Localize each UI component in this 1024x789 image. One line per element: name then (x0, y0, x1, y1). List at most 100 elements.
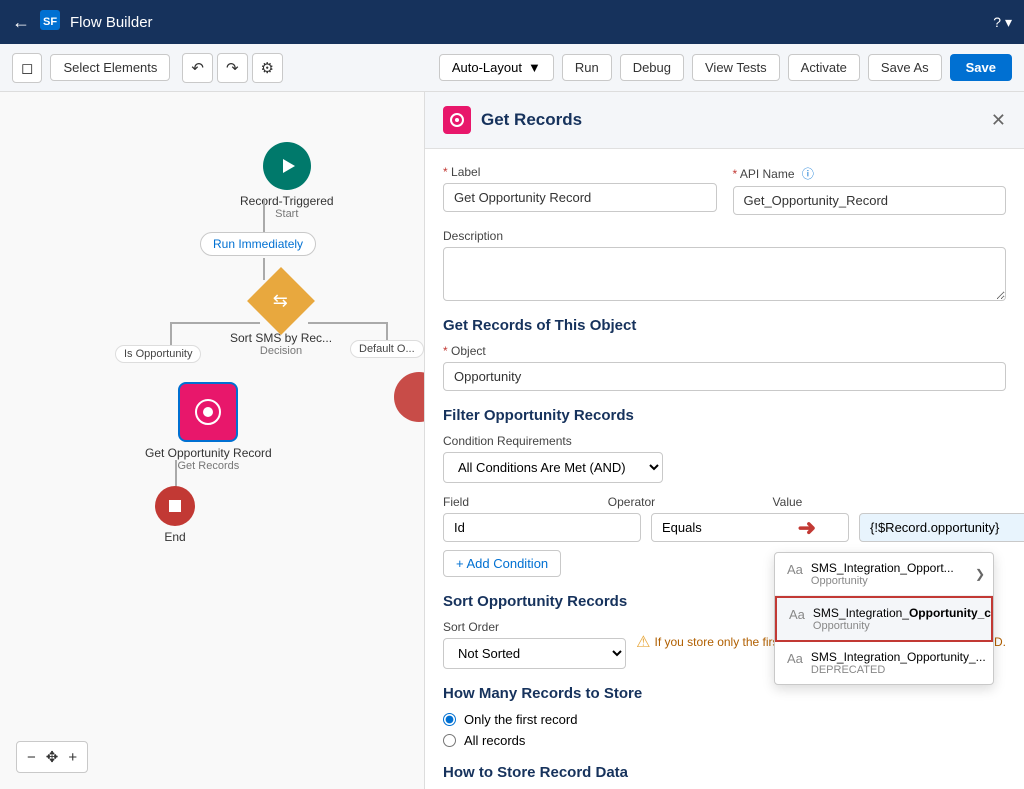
select-elements-button[interactable]: Select Elements (50, 54, 170, 81)
debug-button[interactable]: Debug (620, 54, 684, 81)
panel-title: Get Records (481, 110, 981, 130)
sort-sms-sublabel: Decision (260, 345, 302, 357)
dropdown-item-sub-2: Opportunity (813, 620, 991, 632)
sort-order-group: Sort Order Not Sorted (443, 620, 626, 669)
activate-button[interactable]: Activate (788, 54, 860, 81)
decision-diamond: ⇆ (247, 267, 315, 335)
main-area: Record-Triggered Start Run Immediately ⇆… (0, 92, 1024, 789)
chevron-down-icon: ▼ (528, 60, 541, 75)
label-field-label: * Label (443, 165, 717, 179)
run-button[interactable]: Run (562, 54, 612, 81)
zoom-out-button[interactable]: − (25, 746, 38, 768)
canvas[interactable]: Record-Triggered Start Run Immediately ⇆… (0, 92, 424, 789)
radio-all-records[interactable]: All records (443, 733, 1006, 748)
branch-left (170, 322, 260, 324)
help-button[interactable]: ? ▾ (993, 14, 1012, 31)
undo-button[interactable]: ↶ (182, 53, 213, 83)
condition-headers: Field Operator Value (443, 495, 1006, 509)
record-triggered-node[interactable]: Record-Triggered Start (240, 142, 334, 220)
expand-button[interactable]: ◻ (12, 53, 42, 83)
get-records-icon (178, 382, 238, 442)
filter-section-title: Filter Opportunity Records (443, 407, 1006, 424)
run-immediately-node[interactable]: Run Immediately (200, 232, 316, 256)
dropdown-item-name-3: SMS_Integration_Opportunity_... (811, 650, 986, 664)
sort-sms-node[interactable]: ⇆ Sort SMS by Rec... Decision (230, 277, 332, 357)
sort-order-label: Sort Order (443, 620, 626, 634)
warning-icon: ⚠ (636, 632, 650, 652)
fit-view-button[interactable]: ✥ (44, 746, 61, 768)
sort-order-select[interactable]: Not Sorted (443, 638, 626, 669)
object-label: * Object (443, 344, 1006, 358)
back-button[interactable]: ← (12, 12, 30, 33)
dropdown-item-1[interactable]: Aa SMS_Integration_Opport... Opportunity… (775, 553, 993, 596)
start-node-label: Record-Triggered (240, 194, 334, 208)
start-node-sublabel: Start (275, 208, 298, 220)
object-section-title: Get Records of This Object (443, 317, 1006, 334)
dropdown-icon-2: Aa (789, 607, 805, 622)
panel-body: * Label * API Name ⓘ Description G (425, 149, 1024, 789)
connector-to-end (175, 460, 177, 488)
store-data-section-title: How to Store Record Data (443, 764, 1006, 781)
toolbar: ◻ Select Elements ↶ ↷ ⚙ Auto-Layout ▼ Ru… (0, 44, 1024, 92)
dropdown-item-2[interactable]: Aa SMS_Integration_Opportunity_c Opportu… (775, 596, 993, 642)
red-arrow: ➜ (798, 515, 816, 541)
condition-req-group: Condition Requirements All Conditions Ar… (443, 434, 1006, 483)
close-button[interactable]: ✕ (991, 110, 1006, 131)
dropdown-icon-3: Aa (787, 651, 803, 666)
panel-icon (443, 106, 471, 134)
operator-input[interactable] (651, 513, 849, 542)
save-button[interactable]: Save (950, 54, 1012, 81)
dropdown-item-text-3: SMS_Integration_Opportunity_... DEPRECAT… (811, 650, 986, 676)
history-controls: ↶ ↷ ⚙ (182, 53, 283, 83)
how-many-section-title: How Many Records to Store (443, 685, 1006, 702)
default-text: Default O... (359, 343, 415, 355)
default-label: Default O... (350, 340, 424, 358)
branch-right (308, 322, 388, 324)
app-title: Flow Builder (70, 14, 153, 31)
redo-button[interactable]: ↷ (217, 53, 248, 83)
save-as-button[interactable]: Save As (868, 54, 942, 81)
dropdown-item-name-2: SMS_Integration_Opportunity_c (813, 606, 991, 620)
top-nav: ← SF Flow Builder ? ▾ (0, 0, 1024, 44)
dropdown-item-3[interactable]: Aa SMS_Integration_Opportunity_... DEPRE… (775, 642, 993, 684)
side-panel: Get Records ✕ * Label * API Name ⓘ (424, 92, 1024, 789)
connector-1 (263, 200, 265, 232)
view-tests-button[interactable]: View Tests (692, 54, 780, 81)
field-input[interactable] (443, 513, 641, 542)
field-header: Field (443, 495, 598, 509)
api-name-input[interactable] (733, 186, 1007, 215)
end-node[interactable]: End (155, 486, 195, 544)
description-label: Description (443, 229, 1006, 243)
dropdown-popup: Aa SMS_Integration_Opport... Opportunity… (774, 552, 994, 685)
zoom-controls: − ✥ + (16, 741, 88, 773)
dropdown-item-text-1: SMS_Integration_Opport... Opportunity (811, 561, 954, 587)
condition-row-1: 🗑 ➜ (443, 513, 1006, 542)
condition-req-select[interactable]: All Conditions Are Met (AND) (443, 452, 663, 483)
zoom-in-button[interactable]: + (66, 746, 79, 768)
panel-header: Get Records ✕ (425, 92, 1024, 149)
value-input[interactable] (859, 513, 1024, 542)
add-condition-button[interactable]: + Add Condition (443, 550, 561, 577)
object-group: * Object (443, 344, 1006, 391)
object-input[interactable] (443, 362, 1006, 391)
label-group: * Label (443, 165, 717, 215)
get-opportunity-node[interactable]: Get Opportunity Record Get Records (145, 382, 272, 472)
is-opportunity-label: Is Opportunity (115, 345, 201, 363)
partial-node (394, 372, 424, 422)
start-node-circle (263, 142, 311, 190)
radio-first-record[interactable]: Only the first record (443, 712, 1006, 727)
description-input[interactable] (443, 247, 1006, 301)
api-name-group: * API Name ⓘ (733, 165, 1007, 215)
label-input[interactable] (443, 183, 717, 212)
auto-layout-label: Auto-Layout (452, 60, 522, 75)
run-immediately-label[interactable]: Run Immediately (200, 232, 316, 256)
description-group: Description (443, 229, 1006, 301)
dropdown-icon-1: Aa (787, 562, 803, 577)
condition-req-label: Condition Requirements (443, 434, 1006, 448)
settings-button[interactable]: ⚙ (252, 53, 283, 83)
is-opportunity-text: Is Opportunity (124, 348, 192, 360)
label-api-row: * Label * API Name ⓘ (443, 165, 1006, 215)
auto-layout-button[interactable]: Auto-Layout ▼ (439, 54, 554, 81)
records-count-radio-group: Only the first record All records (443, 712, 1006, 748)
end-circle (155, 486, 195, 526)
